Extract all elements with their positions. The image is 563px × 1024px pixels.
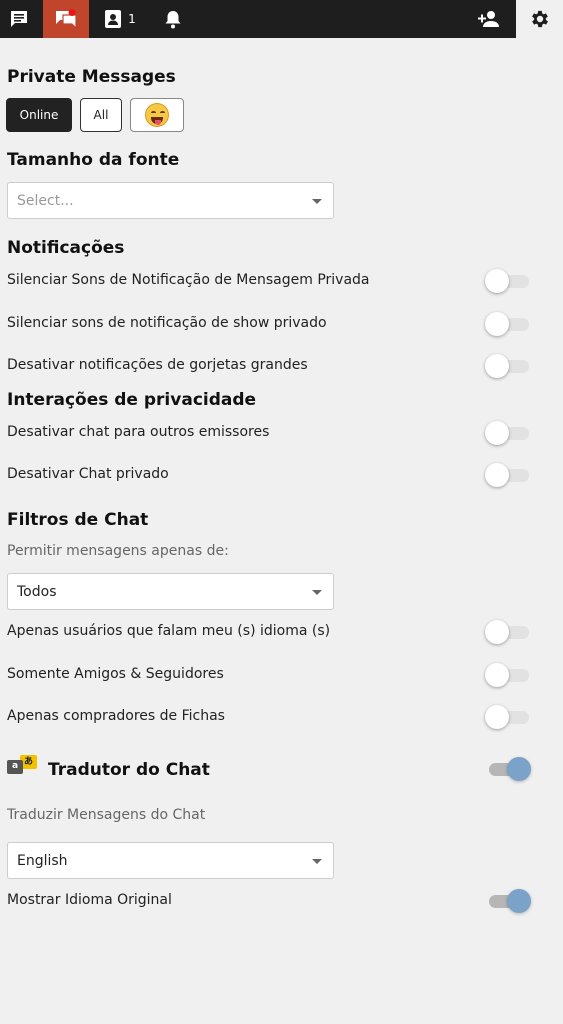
chevron-down-icon [312,199,322,204]
contact-card-icon [105,10,122,28]
private-messages-icon [56,9,77,29]
chevron-down-icon [312,859,322,864]
disable-chat-other-broadcasters-label: Desativar chat para outros emissores [7,424,270,440]
disable-large-tip-notifications-label: Desativar notificações de gorjetas grand… [7,357,308,373]
same-language-only-label: Apenas usuários que falam meu (s) idioma… [7,623,331,639]
private-messages-heading: Private Messages [7,67,176,87]
mute-private-show-sounds-label: Silenciar sons de notificação de show pr… [7,315,327,331]
disable-private-chat-toggle[interactable] [485,462,531,488]
font-size-heading: Tamanho da fonte [7,150,180,170]
gear-icon [531,10,548,28]
friends-followers-only-label: Somente Amigos & Seguidores [7,666,224,682]
translation-language-select[interactable]: English [7,842,334,879]
allow-messages-from-label: Permitir mensagens apenas de: [7,543,229,559]
chat-filters-heading: Filtros de Chat [7,510,149,530]
translate-icon: あ a [7,755,39,777]
notifications-tab[interactable] [153,0,193,38]
chevron-down-icon [312,590,322,595]
filter-online-label: Online [19,108,59,122]
translate-messages-label: Traduzir Mensagens do Chat [7,807,206,823]
mute-pm-sounds-toggle[interactable] [485,268,531,294]
mute-private-show-sounds-toggle[interactable] [485,311,531,337]
mute-pm-sounds-label: Silenciar Sons de Notificação de Mensage… [7,272,370,288]
filter-online-button[interactable]: Online [6,98,72,132]
users-count-badge: 1 [128,12,136,26]
filter-all-button[interactable]: All [80,98,122,132]
private-messages-tab[interactable] [43,0,89,38]
chat-translator-heading: Tradutor do Chat [48,760,210,780]
disable-private-chat-label: Desativar Chat privado [7,466,169,482]
privacy-heading: Interações de privacidade [7,390,257,410]
filter-all-label: All [93,108,109,122]
add-person-icon [478,11,499,27]
token-buyers-only-toggle[interactable] [485,704,531,730]
friends-followers-only-toggle[interactable] [485,662,531,688]
show-original-language-label: Mostrar Idioma Original [7,892,172,908]
top-navigation-bar: 1 [0,0,563,38]
chat-translator-toggle[interactable] [485,756,531,782]
users-tab[interactable]: 1 [100,0,140,38]
settings-tab[interactable] [516,0,563,38]
chat-tab[interactable] [0,0,38,38]
show-original-language-toggle[interactable] [485,888,531,914]
font-size-select-placeholder: Select... [17,192,74,209]
squinting-tongue-emoji-icon [145,103,169,127]
chat-icon [11,11,27,27]
filter-emoji-button[interactable] [130,98,184,132]
bell-icon [165,11,181,29]
font-size-select[interactable]: Select... [7,182,334,219]
allow-messages-from-value: Todos [17,583,57,600]
translation-language-value: English [17,852,68,869]
add-friend-tab[interactable] [468,0,510,38]
notifications-heading: Notificações [7,238,125,258]
allow-messages-from-select[interactable]: Todos [7,573,334,610]
token-buyers-only-label: Apenas compradores de Fichas [7,708,225,724]
same-language-only-toggle[interactable] [485,619,531,645]
disable-chat-other-broadcasters-toggle[interactable] [485,420,531,446]
disable-large-tip-notifications-toggle[interactable] [485,353,531,379]
